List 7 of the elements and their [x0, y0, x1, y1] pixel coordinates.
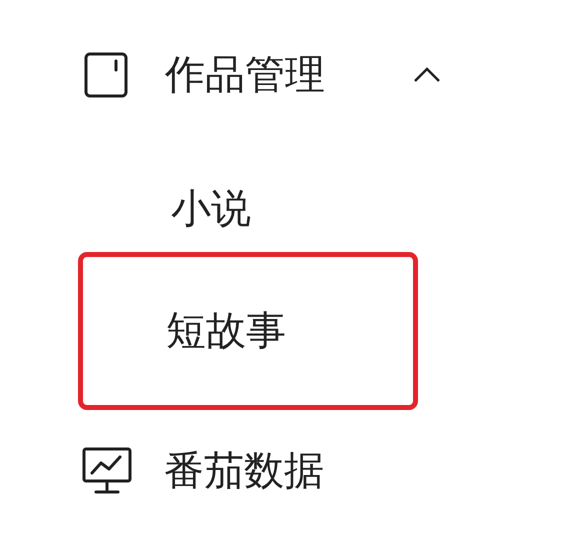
- submenu-item[interactable]: 小说: [171, 184, 251, 234]
- menu-item[interactable]: 作品管理: [165, 50, 325, 100]
- caret-up-icon[interactable]: [413, 67, 441, 83]
- document-icon: [84, 52, 128, 98]
- monitor-icon: [82, 447, 132, 495]
- menu-item[interactable]: 番茄数据: [164, 446, 324, 496]
- submenu-item[interactable]: 短故事: [166, 306, 286, 356]
